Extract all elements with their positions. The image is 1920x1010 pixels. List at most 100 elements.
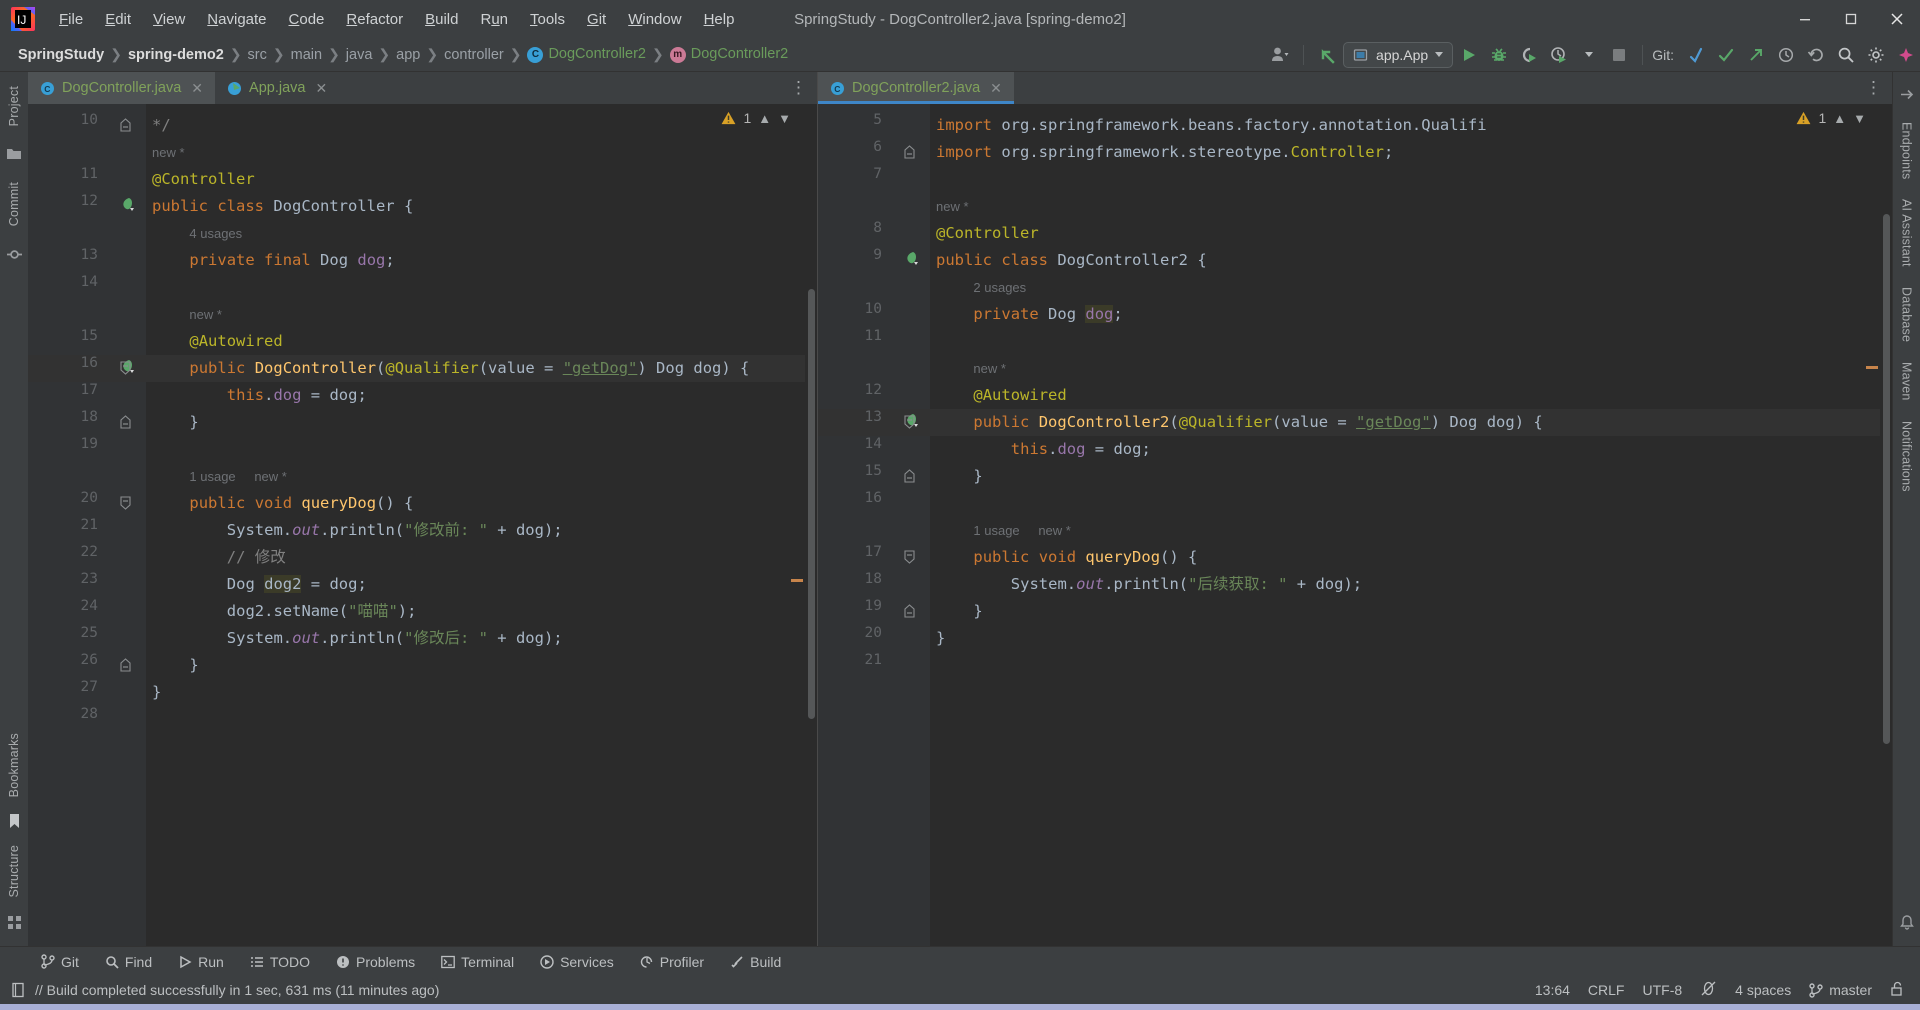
sidebar-item-maven[interactable]: Maven (1900, 354, 1914, 409)
code-line[interactable]: 1 usage new * (189, 463, 286, 490)
breadcrumb-main[interactable]: main (287, 47, 326, 63)
menu-view[interactable]: View (142, 7, 196, 32)
code-line[interactable]: } (973, 463, 982, 490)
code-line[interactable]: 4 usages (189, 220, 260, 247)
sidebar-item-endpoints[interactable]: Endpoints (1900, 114, 1914, 187)
code-line[interactable]: import org.springframework.beans.factory… (936, 112, 1487, 139)
close-icon[interactable]: ✕ (315, 80, 327, 97)
inspection-widget-right[interactable]: 1 ▲ ▼ (1796, 110, 1866, 126)
code-line[interactable]: 2 usages (973, 274, 1044, 301)
code-line[interactable]: System.out.println("后续获取: " + dog); (1011, 571, 1362, 598)
tab-options-button[interactable]: ⋮ (790, 72, 817, 104)
git-history-icon[interactable] (1772, 42, 1800, 68)
settings-gear-icon[interactable] (1862, 42, 1890, 68)
code-line[interactable]: new * (152, 139, 185, 166)
structure-icon[interactable] (4, 912, 24, 932)
ai-assistant-icon[interactable] (1892, 42, 1920, 68)
close-icon[interactable]: ✕ (191, 80, 203, 97)
menu-git[interactable]: Git (576, 7, 617, 32)
code-line[interactable]: public DogController(@Qualifier(value = … (189, 355, 749, 382)
code-line[interactable]: */ (152, 112, 171, 139)
tool-terminal[interactable]: Terminal (428, 954, 527, 970)
vcs-inlay-hint[interactable]: new * (189, 307, 222, 322)
code-line[interactable]: System.out.println("修改前: " + dog); (227, 517, 563, 544)
usages-inlay-hint[interactable]: 4 usages (189, 226, 242, 241)
caret-position[interactable]: 13:64 (1535, 982, 1570, 998)
breadcrumb-module[interactable]: spring-demo2 (124, 47, 228, 63)
code-area-right[interactable]: import org.springframework.beans.factory… (930, 104, 1892, 946)
menu-file[interactable]: File (48, 7, 94, 32)
tab-app-java[interactable]: App.java ✕ (215, 72, 339, 104)
menu-tools[interactable]: Tools (519, 7, 576, 32)
fold-expand-icon[interactable] (903, 415, 916, 429)
debug-icon[interactable] (1485, 42, 1513, 68)
back-arrow-icon[interactable] (1313, 42, 1341, 68)
fold-collapse-icon[interactable] (903, 469, 916, 483)
vcs-inlay-hint[interactable]: new * (254, 469, 287, 484)
menu-run[interactable]: Run (469, 7, 519, 32)
menu-edit[interactable]: Edit (94, 7, 142, 32)
tab-options-button[interactable]: ⋮ (1865, 72, 1892, 104)
fold-expand-icon[interactable] (119, 496, 132, 510)
tab-dogcontroller2-java[interactable]: C DogController2.java ✕ (818, 72, 1014, 104)
gutter-right[interactable]: 5 6 7 8 9 10 11 12 13 14 15 16 17 18 19 20 21 (818, 104, 930, 946)
spring-bean-gutter-icon[interactable] (902, 250, 924, 272)
breadcrumb-class[interactable]: C DogController2 (523, 46, 650, 63)
run-icon[interactable] (1455, 42, 1483, 68)
commit-icon[interactable] (4, 245, 24, 265)
vcs-inlay-hint[interactable]: new * (1038, 523, 1071, 538)
vcs-inlay-hint[interactable]: new * (973, 361, 1006, 376)
code-line[interactable]: public void queryDog() { (189, 490, 413, 517)
code-line[interactable]: public DogController2(@Qualifier(value =… (973, 409, 1542, 436)
tab-dogcontroller-java[interactable]: C DogController.java ✕ (28, 72, 216, 104)
menu-code[interactable]: Code (278, 7, 336, 32)
tool-todo[interactable]: TODO (237, 954, 323, 970)
sidebar-item-commit[interactable]: Commit (7, 174, 21, 234)
code-line[interactable]: private final Dog dog; (189, 247, 394, 274)
vcs-inlay-hint[interactable]: new * (936, 199, 969, 214)
code-line[interactable]: // 修改 (227, 544, 286, 571)
git-commit-icon[interactable] (1712, 42, 1740, 68)
code-line[interactable]: @Controller (936, 220, 1039, 247)
profiler-dropdown-icon[interactable] (1575, 42, 1603, 68)
tool-profiler[interactable]: Profiler (627, 954, 717, 970)
line-separator[interactable]: CRLF (1588, 982, 1625, 998)
notifications-bell-icon[interactable] (1897, 912, 1917, 932)
scrollbar-right[interactable] (1866, 104, 1892, 946)
sidebar-item-database[interactable]: Database (1900, 279, 1914, 350)
tool-build[interactable]: Build (717, 954, 794, 970)
indent-setting[interactable]: 4 spaces (1735, 982, 1791, 998)
fold-collapse-icon[interactable] (903, 604, 916, 618)
code-line[interactable]: this.dog = dog; (1011, 436, 1151, 463)
minimize-button[interactable] (1782, 0, 1828, 38)
warning-marker[interactable] (1866, 366, 1878, 369)
spring-bean-gutter-icon[interactable] (118, 196, 140, 218)
fold-collapse-icon[interactable] (119, 658, 132, 672)
code-line[interactable]: 1 usage new * (973, 517, 1070, 544)
code-line[interactable]: public class DogController { (152, 193, 413, 220)
chevron-down-icon[interactable]: ▼ (778, 111, 791, 126)
code-line[interactable]: new * (189, 301, 222, 328)
git-rollback-icon[interactable] (1802, 42, 1830, 68)
code-line[interactable]: new * (936, 193, 969, 220)
usages-inlay-hint[interactable]: 1 usage (189, 469, 235, 484)
code-line[interactable]: } (189, 409, 198, 436)
run-configuration-selector[interactable]: app.App (1343, 41, 1454, 68)
gutter-left[interactable]: 10 11 12 13 14 15 16 17 18 19 20 21 22 23 24 25 26 27 28 (28, 104, 146, 946)
code-line[interactable]: public class DogController2 { (936, 247, 1207, 274)
tool-problems[interactable]: Problems (323, 954, 428, 970)
breadcrumb-project[interactable]: SpringStudy (14, 47, 108, 63)
chevron-up-icon[interactable]: ▲ (758, 111, 771, 126)
tool-find[interactable]: Find (92, 954, 165, 970)
unlocked-icon[interactable] (1890, 981, 1904, 1000)
code-line[interactable]: dog2.setName("喵喵"); (227, 598, 417, 625)
git-branch-widget[interactable]: master (1809, 982, 1872, 998)
tool-services[interactable]: Services (527, 954, 627, 970)
code-line[interactable]: @Autowired (189, 328, 282, 355)
scrollbar-thumb[interactable] (1883, 214, 1890, 744)
project-folder-icon[interactable] (4, 144, 24, 164)
code-line[interactable]: import org.springframework.stereotype.Co… (936, 139, 1393, 166)
vcs-inlay-hint[interactable]: new * (152, 145, 185, 160)
close-button[interactable] (1874, 0, 1920, 38)
scrollbar-thumb[interactable] (808, 289, 815, 719)
